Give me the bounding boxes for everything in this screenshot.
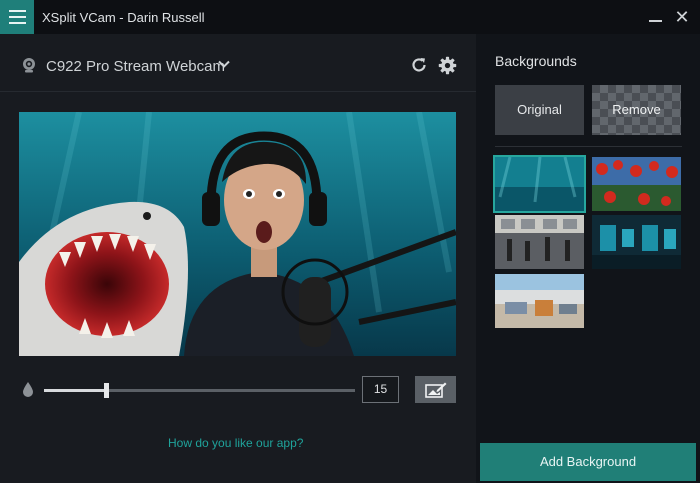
webcam-icon: [23, 58, 35, 73]
background-thumbnail-underwater[interactable]: [493, 155, 586, 213]
hamburger-menu-icon[interactable]: [0, 0, 34, 34]
camera-name[interactable]: C922 Pro Stream Webcam: [46, 58, 225, 75]
background-thumbnail-office-lounge[interactable]: [495, 274, 584, 328]
background-thumbnail-city-street[interactable]: [495, 215, 584, 269]
divider: [495, 146, 682, 147]
original-background-option[interactable]: Original: [495, 85, 584, 135]
edit-image-button[interactable]: [415, 376, 456, 403]
blur-slider-fill: [44, 389, 107, 392]
blur-slider[interactable]: [44, 383, 355, 398]
remove-background-option[interactable]: Remove: [592, 85, 681, 135]
blur-value-field[interactable]: 15: [362, 376, 399, 403]
title-bar: XSplit VCam - Darin Russell ✕: [0, 0, 700, 34]
camera-selector-bar: C922 Pro Stream Webcam: [0, 34, 476, 92]
blur-slider-thumb[interactable]: [104, 383, 110, 398]
close-icon[interactable]: ✕: [672, 7, 692, 27]
add-background-button[interactable]: Add Background: [480, 443, 696, 481]
feedback-link[interactable]: How do you like our app?: [168, 436, 303, 450]
camera-preview: [19, 112, 456, 356]
backgrounds-title: Backgrounds: [495, 53, 577, 69]
minimize-icon[interactable]: [648, 11, 664, 23]
gear-icon[interactable]: [438, 56, 457, 75]
camera-panel: C922 Pro Stream Webcam 15 How do you lik…: [0, 34, 476, 483]
background-thumbnail-control-room[interactable]: [592, 215, 681, 269]
edit-image-icon: [424, 382, 446, 398]
background-thumbnail-red-flowers[interactable]: [592, 157, 681, 211]
refresh-icon[interactable]: [410, 56, 428, 74]
backgrounds-panel: Backgrounds Original Remove Add Backgrou…: [476, 34, 700, 483]
droplet-icon: [23, 382, 33, 397]
app-title: XSplit VCam - Darin Russell: [42, 10, 205, 25]
chevron-down-icon[interactable]: [217, 57, 231, 71]
